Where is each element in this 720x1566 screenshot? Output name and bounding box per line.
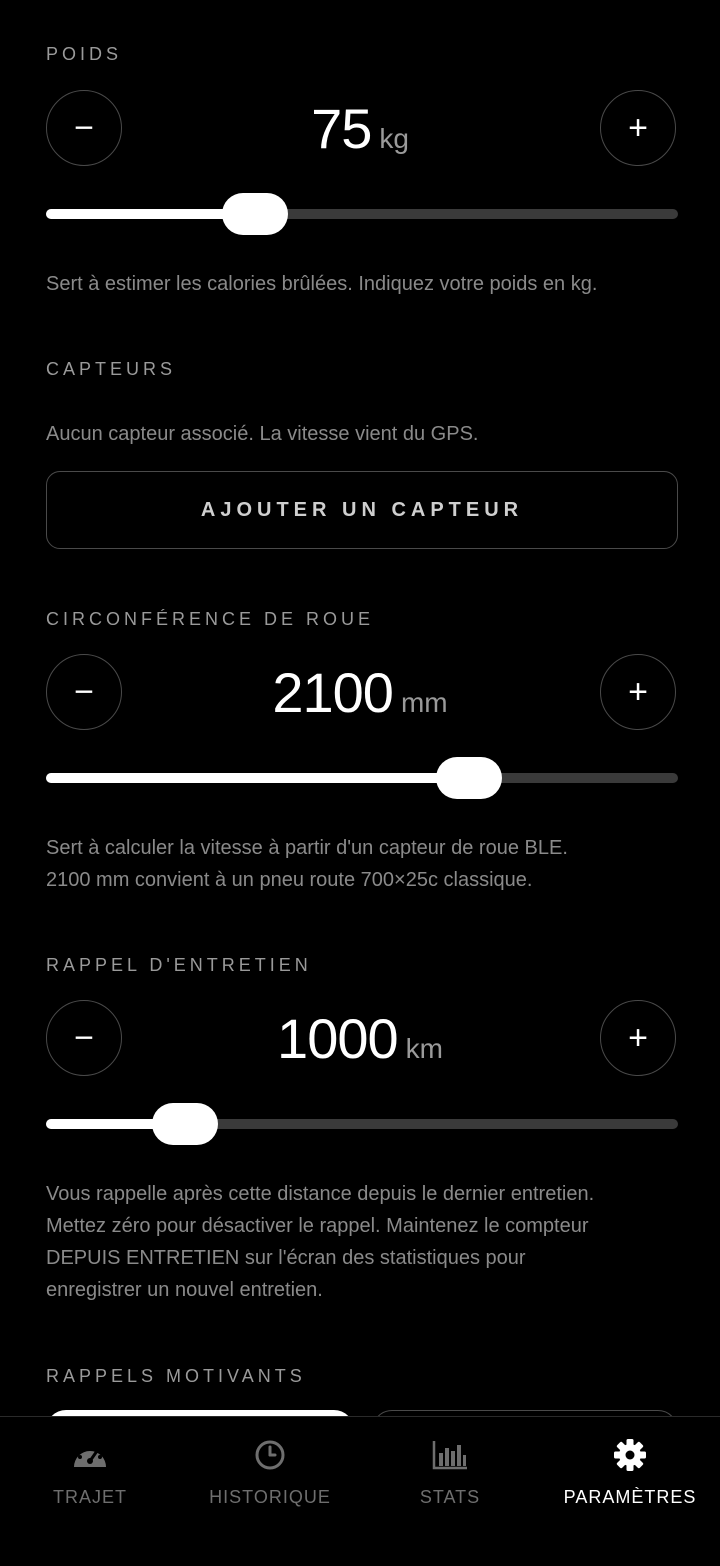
motivation-section-label: RAPPELS MOTIVANTS xyxy=(46,1366,306,1386)
maintenance-section-label: RAPPEL D'ENTRETIEN xyxy=(46,955,312,975)
wheel-description-line: 2100 mm convient à un pneu route 700×25c… xyxy=(46,869,533,891)
sensors-status: Aucun capteur associé. La vitesse vient … xyxy=(46,423,479,445)
weight-section-label: POIDS xyxy=(46,44,123,64)
weight-value: 75 xyxy=(311,97,372,160)
wheel-slider-thumb[interactable] xyxy=(436,757,503,799)
tab-trajet[interactable]: TRAJET xyxy=(0,1417,180,1566)
wheel-unit: mm xyxy=(400,687,448,718)
tab-label: STATS xyxy=(419,1487,481,1507)
plus-icon: + xyxy=(628,1018,648,1057)
wheel-value: 2100 xyxy=(272,661,394,724)
gear-icon xyxy=(610,1437,650,1473)
bottom-tab-bar: TRAJET HISTORIQUE STATS PARAMÈTRES xyxy=(0,1416,720,1566)
maintenance-description-line: DEPUIS ENTRETIEN sur l'écran des statist… xyxy=(46,1247,526,1269)
maintenance-description-line: Mettez zéro pour désactiver le rappel. M… xyxy=(46,1215,589,1237)
tab-parametres[interactable]: PARAMÈTRES xyxy=(540,1417,720,1566)
maintenance-description: Vous rappelle après cette distance depui… xyxy=(46,1178,686,1306)
clock-icon xyxy=(250,1437,290,1473)
weight-slider[interactable] xyxy=(46,193,678,235)
wheel-description-line: Sert à calculer la vitesse à partir d'un… xyxy=(46,837,568,859)
plus-icon: + xyxy=(628,108,648,147)
maintenance-unit: km xyxy=(405,1033,443,1064)
tab-label: TRAJET xyxy=(52,1487,127,1507)
maintenance-description-line: Vous rappelle après cette distance depui… xyxy=(46,1183,595,1205)
maintenance-slider-thumb[interactable] xyxy=(152,1103,219,1145)
wheel-slider[interactable] xyxy=(46,757,678,799)
tab-historique[interactable]: HISTORIQUE xyxy=(180,1417,360,1566)
maintenance-description-line: enregistrer un nouvel entretien. xyxy=(46,1279,323,1301)
wheel-increase-button[interactable]: + xyxy=(600,654,676,730)
maintenance-slider[interactable] xyxy=(46,1103,678,1145)
tab-label: HISTORIQUE xyxy=(209,1487,331,1507)
weight-description: Sert à estimer les calories brûlées. Ind… xyxy=(46,273,598,295)
bar-chart-icon xyxy=(430,1437,470,1473)
plus-icon: + xyxy=(628,672,648,711)
add-sensor-button[interactable]: AJOUTER UN CAPTEUR xyxy=(46,471,678,549)
maintenance-increase-button[interactable]: + xyxy=(600,1000,676,1076)
weight-increase-button[interactable]: + xyxy=(600,90,676,166)
sensors-section-label: CAPTEURS xyxy=(46,359,177,379)
tab-label: PARAMÈTRES xyxy=(563,1487,697,1507)
tab-stats[interactable]: STATS xyxy=(360,1417,540,1566)
weight-unit: kg xyxy=(379,123,409,154)
speedometer-icon xyxy=(70,1437,110,1473)
maintenance-value: 1000 xyxy=(277,1007,399,1070)
weight-slider-thumb[interactable] xyxy=(221,193,288,235)
wheel-slider-fill xyxy=(46,773,470,783)
wheel-description: Sert à calculer la vitesse à partir d'un… xyxy=(46,832,686,896)
wheel-section-label: CIRCONFÉRENCE DE ROUE xyxy=(46,609,375,629)
